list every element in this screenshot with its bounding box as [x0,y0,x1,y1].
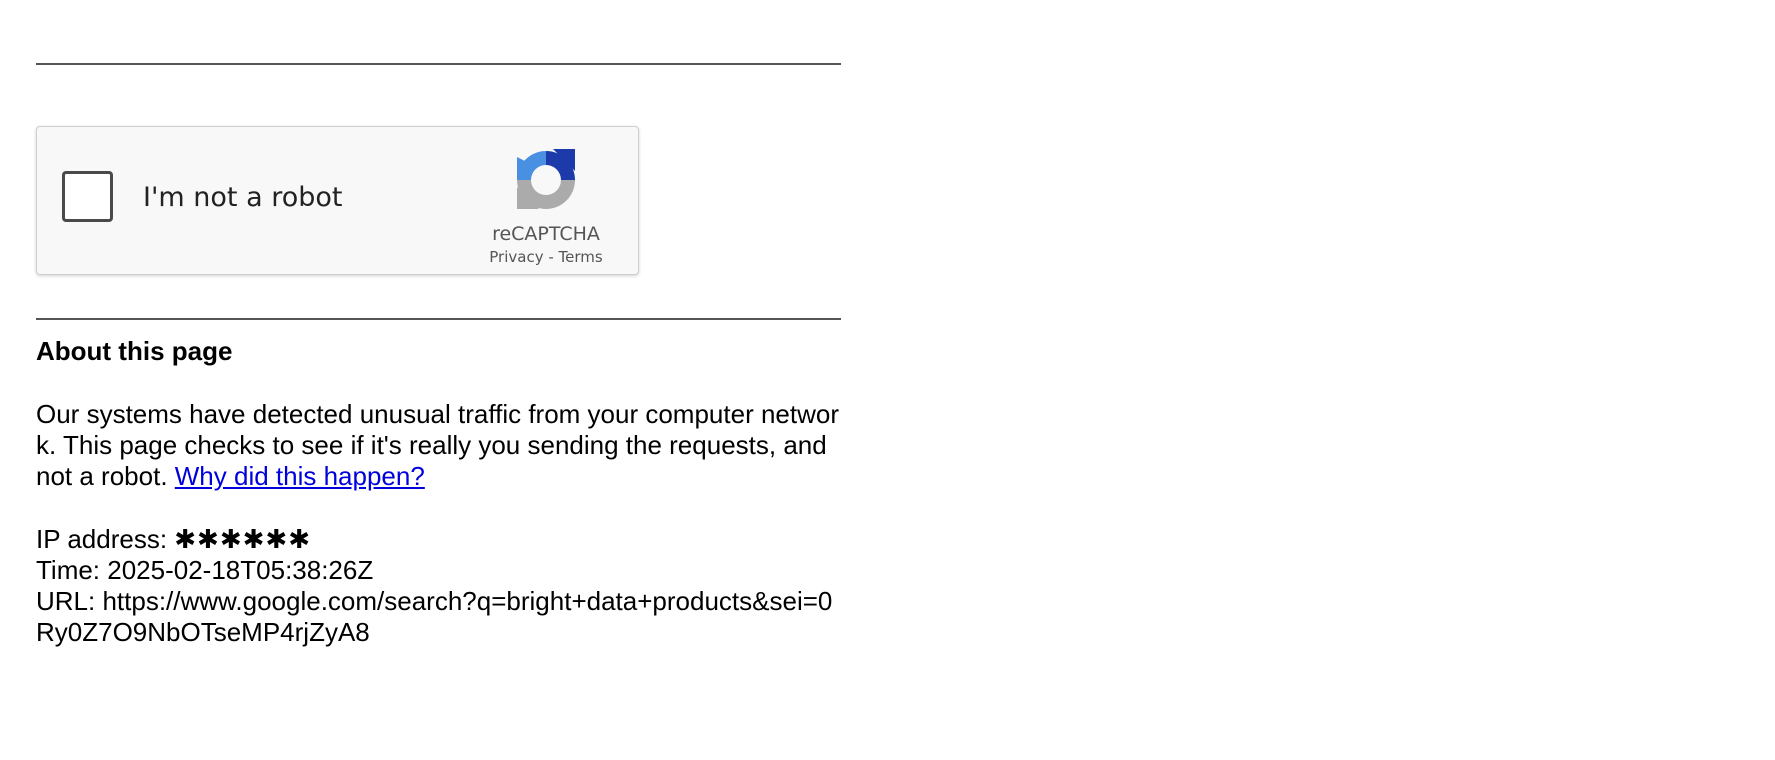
recaptcha-logo-icon [517,149,575,209]
not-a-robot-checkbox[interactable] [62,171,113,222]
privacy-link[interactable]: Privacy [489,248,543,266]
url-line: URL: https://www.google.com/search?q=bri… [36,586,844,648]
top-divider [36,63,841,65]
time-line: Time: 2025-02-18T05:38:26Z [36,555,844,586]
url-label: URL: [36,586,103,616]
recaptcha-brand-name: reCAPTCHA [492,223,600,245]
why-did-this-happen-link[interactable]: Why did this happen? [175,461,425,491]
about-description: Our systems have detected unusual traffi… [36,399,844,492]
ip-address-value: ✱✱✱✱✱✱ [174,524,311,554]
not-a-robot-label[interactable]: I'm not a robot [143,182,342,214]
links-separator: - [543,248,559,266]
ip-address-line: IP address: ✱✱✱✱✱✱ [36,524,844,555]
recaptcha-widget: I'm not a robot reCAPTCHA Privacy - Term… [36,126,639,275]
recaptcha-links: Privacy - Terms [476,248,616,266]
time-label: Time: [36,555,108,585]
terms-link[interactable]: Terms [559,248,603,266]
time-value: 2025-02-18T05:38:26Z [107,555,374,585]
request-info: IP address: ✱✱✱✱✱✱ Time: 2025-02-18T05:3… [36,524,844,648]
about-text: Our systems have detected unusual traffi… [36,399,839,491]
about-title: About this page [36,336,233,366]
url-value: https://www.google.com/search?q=bright+d… [36,586,833,647]
ip-address-label: IP address: [36,524,175,554]
bottom-divider [36,318,841,320]
recaptcha-branding: reCAPTCHA Privacy - Terms [476,147,616,266]
